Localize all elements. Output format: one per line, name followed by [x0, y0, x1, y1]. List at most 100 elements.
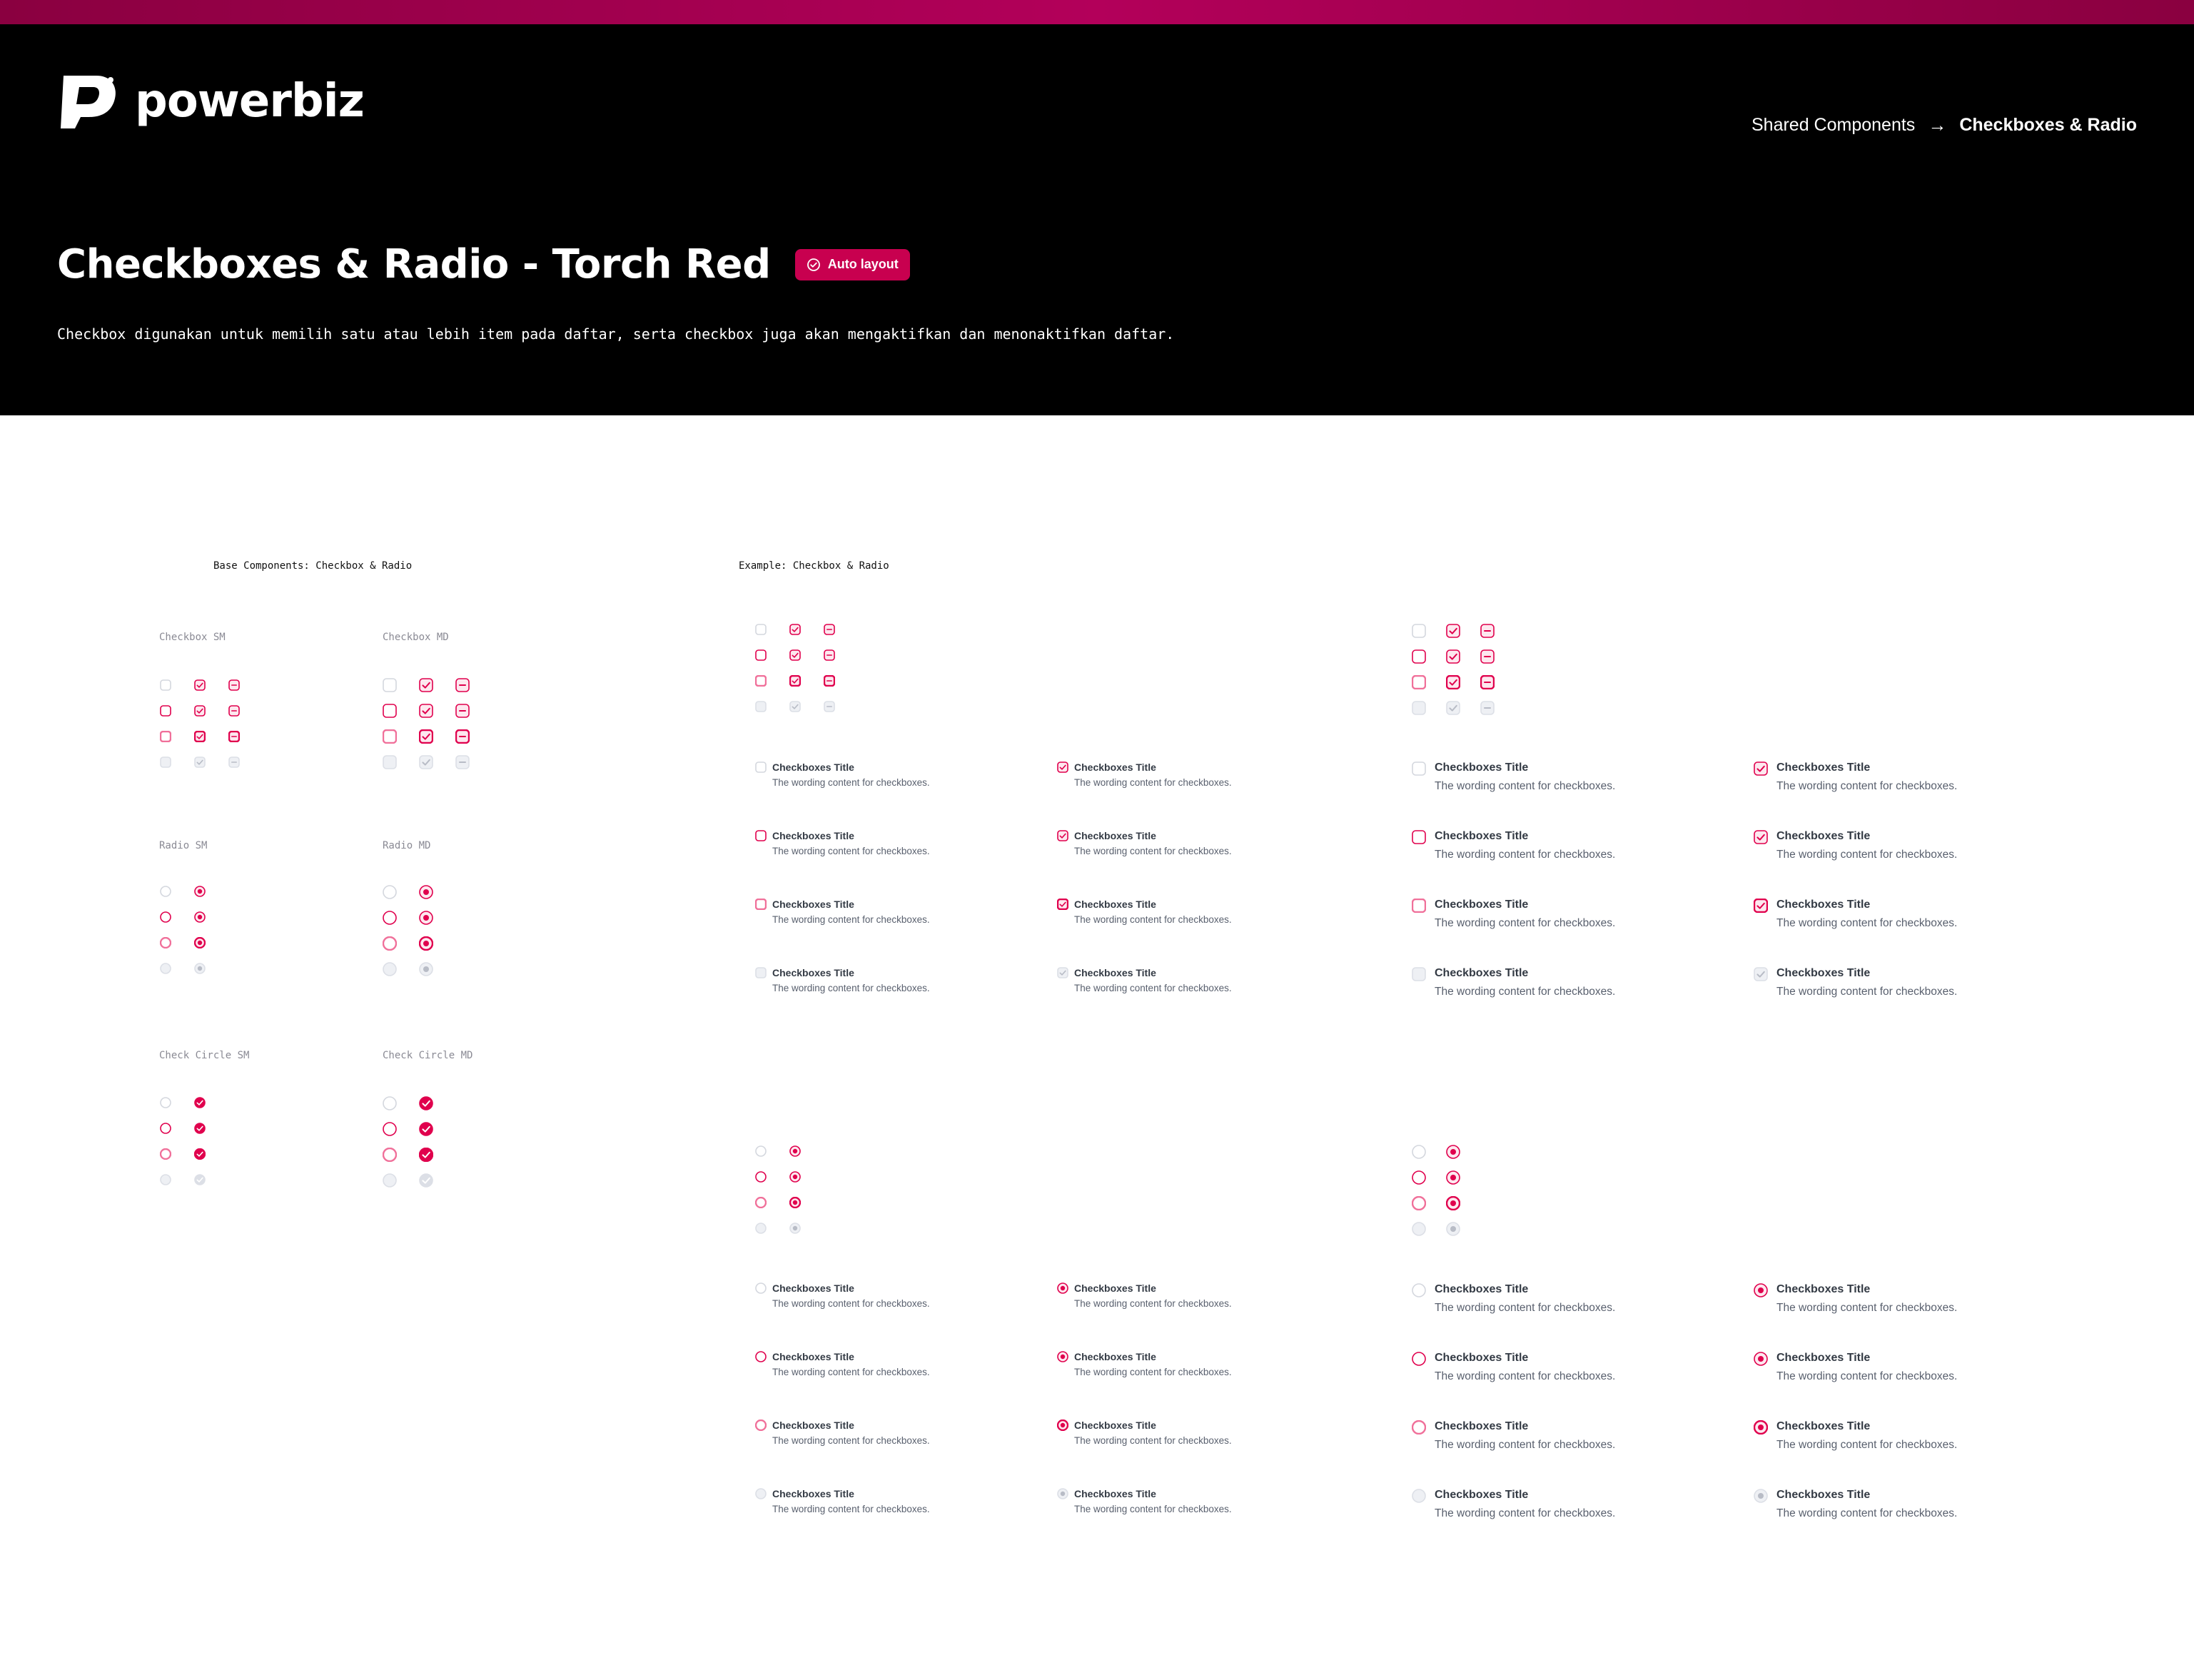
check-circle-icon[interactable]: [383, 1122, 397, 1136]
radio-item[interactable]: Checkboxes Title The wording content for …: [755, 1282, 930, 1309]
checkbox-icon[interactable]: [1480, 624, 1495, 638]
checkbox-icon[interactable]: [228, 679, 240, 691]
checkbox-icon[interactable]: [1446, 649, 1460, 664]
check-circle-icon[interactable]: [419, 1148, 433, 1162]
checkbox-icon[interactable]: [455, 704, 470, 718]
checkbox-item[interactable]: Checkboxes Title The wording content for …: [1057, 761, 1232, 788]
radio-item[interactable]: Checkboxes Title The wording content for …: [755, 1351, 930, 1377]
checkbox-icon[interactable]: [1412, 675, 1426, 689]
checkbox-icon[interactable]: [419, 729, 433, 744]
radio-item[interactable]: Checkboxes Title The wording content for …: [1411, 1420, 1615, 1452]
breadcrumb-parent[interactable]: Shared Components: [1751, 115, 1915, 136]
checkbox-icon[interactable]: [419, 704, 433, 718]
checkbox-icon[interactable]: [789, 624, 801, 635]
radio-icon[interactable]: [160, 911, 171, 923]
checkbox-icon[interactable]: [383, 704, 397, 718]
radio-icon[interactable]: [1446, 1145, 1460, 1159]
check-circle-icon[interactable]: [419, 1122, 433, 1136]
checkbox-icon[interactable]: [160, 731, 171, 742]
check-circle-icon[interactable]: [383, 1096, 397, 1110]
checkbox-item[interactable]: Checkboxes Title The wording content for …: [1412, 761, 1615, 793]
checkbox-icon[interactable]: [419, 678, 433, 692]
radio-item[interactable]: Checkboxes Title The wording content for …: [754, 1419, 930, 1446]
checkbox-icon[interactable]: [1480, 649, 1495, 664]
checkbox-icon[interactable]: [228, 705, 240, 717]
checkbox-icon[interactable]: [383, 678, 397, 692]
radio-icon[interactable]: [755, 1145, 767, 1157]
checkbox-item[interactable]: Checkboxes Title The wording content for …: [1754, 830, 1957, 861]
checkbox-item[interactable]: Checkboxes Title The wording content for …: [1754, 761, 1957, 793]
checkbox-icon[interactable]: [194, 679, 206, 691]
brand-logo[interactable]: powerbiz: [56, 71, 365, 131]
checkbox-icon[interactable]: [1412, 624, 1426, 638]
checkbox-icon[interactable]: [455, 729, 470, 744]
checkbox-icon[interactable]: [755, 624, 767, 635]
checkbox-icon[interactable]: [824, 649, 835, 661]
radio-icon[interactable]: [160, 937, 171, 948]
radio-icon[interactable]: [1446, 1196, 1460, 1210]
check-circle-icon[interactable]: [383, 1148, 397, 1162]
radio-icon[interactable]: [419, 885, 433, 899]
radio-item[interactable]: Checkboxes Title The wording content for …: [1754, 1283, 1957, 1315]
radio-icon[interactable]: [789, 1197, 801, 1208]
radio-icon[interactable]: [160, 886, 171, 897]
checkbox-icon[interactable]: [160, 705, 171, 717]
checkbox-icon[interactable]: [1412, 649, 1426, 664]
check-circle-icon[interactable]: [160, 1148, 171, 1160]
check-circle-icon[interactable]: [194, 1148, 206, 1160]
checkbox-item[interactable]: Checkboxes Title The wording content for …: [1753, 898, 1957, 930]
checkbox-icon[interactable]: [194, 731, 206, 742]
radio-item[interactable]: Checkboxes Title The wording content for …: [1412, 1352, 1615, 1383]
checkbox-item[interactable]: Checkboxes Title The wording content for …: [1412, 830, 1615, 861]
checkbox-item[interactable]: Checkboxes Title The wording content for …: [1057, 830, 1232, 856]
checkbox-icon[interactable]: [755, 675, 767, 687]
checkbox-icon[interactable]: [824, 675, 835, 687]
checkbox-item[interactable]: Checkboxes Title The wording content for …: [754, 898, 930, 925]
radio-item[interactable]: Checkboxes Title The wording content for …: [1753, 1420, 1957, 1452]
radio-icon[interactable]: [419, 936, 433, 951]
radio-icon[interactable]: [789, 1145, 801, 1157]
radio-icon[interactable]: [383, 911, 397, 925]
radio-item[interactable]: Checkboxes Title The wording content for …: [1056, 1419, 1232, 1446]
radio-icon[interactable]: [419, 911, 433, 925]
checkbox-icon[interactable]: [194, 705, 206, 717]
radio-item[interactable]: Checkboxes Title The wording content for …: [1057, 1282, 1232, 1309]
item-text: Checkboxes Title The wording content for …: [1435, 761, 1615, 793]
radio-icon[interactable]: [383, 885, 397, 899]
checkbox-icon[interactable]: [228, 731, 240, 742]
radio-icon[interactable]: [194, 937, 206, 948]
checkbox-icon[interactable]: [160, 679, 171, 691]
radio-icon[interactable]: [1412, 1145, 1426, 1159]
check-circle-icon[interactable]: [419, 1096, 433, 1110]
checkbox-icon[interactable]: [1446, 675, 1460, 689]
checkbox-icon[interactable]: [1480, 675, 1495, 689]
radio-icon[interactable]: [789, 1171, 801, 1183]
checkbox-icon[interactable]: [383, 729, 397, 744]
radio-item[interactable]: Checkboxes Title The wording content for …: [1754, 1352, 1957, 1383]
checkbox-item[interactable]: Checkboxes Title The wording content for …: [1056, 898, 1232, 925]
checkbox-item[interactable]: Checkboxes Title The wording content for …: [755, 761, 930, 788]
check-circle-icon[interactable]: [160, 1123, 171, 1134]
item-text: Checkboxes Title The wording content for …: [1074, 967, 1232, 993]
radio-icon[interactable]: [1412, 1196, 1426, 1210]
check-circle-icon[interactable]: [194, 1097, 206, 1108]
radio-icon[interactable]: [755, 1171, 767, 1183]
radio-icon[interactable]: [1412, 1170, 1426, 1185]
checkbox-icon[interactable]: [1446, 624, 1460, 638]
checkbox-icon[interactable]: [824, 624, 835, 635]
radio-icon[interactable]: [1446, 1170, 1460, 1185]
radio-item[interactable]: Checkboxes Title The wording content for …: [1412, 1283, 1615, 1315]
radio-icon[interactable]: [383, 936, 397, 951]
checkbox-icon[interactable]: [455, 678, 470, 692]
radio-item[interactable]: Checkboxes Title The wording content for …: [1057, 1351, 1232, 1377]
radio-icon[interactable]: [755, 1197, 767, 1208]
check-circle-icon[interactable]: [160, 1097, 171, 1108]
checkbox-item[interactable]: Checkboxes Title The wording content for …: [1411, 898, 1615, 930]
checkbox-icon[interactable]: [755, 649, 767, 661]
check-circle-icon[interactable]: [194, 1123, 206, 1134]
checkbox-icon[interactable]: [789, 675, 801, 687]
checkbox-icon[interactable]: [789, 649, 801, 661]
radio-icon[interactable]: [194, 911, 206, 923]
checkbox-item[interactable]: Checkboxes Title The wording content for …: [755, 830, 930, 856]
radio-icon[interactable]: [194, 886, 206, 897]
